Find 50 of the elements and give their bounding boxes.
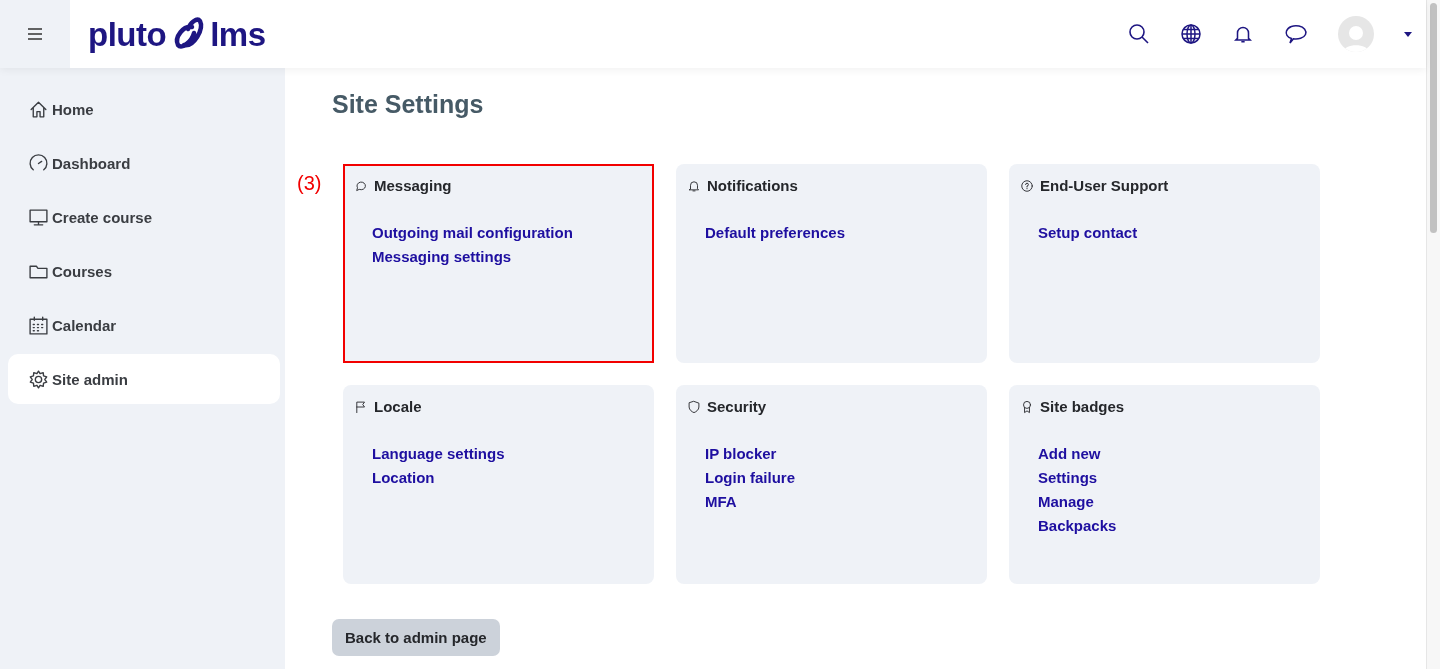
sidebar-item[interactable]: Calendar: [8, 300, 280, 350]
shield-icon: [687, 400, 701, 414]
sidebar-item[interactable]: Create course: [8, 192, 280, 242]
home-icon: [28, 98, 49, 120]
scrollbar-thumb[interactable]: [1430, 3, 1437, 233]
logo-text: lms: [210, 17, 266, 51]
settings-link[interactable]: Messaging settings: [372, 247, 512, 266]
settings-link[interactable]: MFA: [705, 492, 737, 511]
scrollbar[interactable]: [1426, 0, 1440, 669]
settings-link[interactable]: Setup contact: [1038, 223, 1138, 242]
question-circle-icon: [1020, 179, 1034, 193]
settings-link[interactable]: Login failure: [705, 468, 795, 487]
language-button[interactable]: [1180, 23, 1202, 45]
logo-text: pluto: [88, 17, 167, 51]
speech-bubble-icon: [1284, 23, 1308, 45]
calendar-icon: [28, 314, 49, 336]
settings-link[interactable]: Manage: [1038, 492, 1094, 511]
menu-icon: [28, 28, 42, 40]
search-icon: [1128, 23, 1150, 45]
settings-link[interactable]: IP blocker: [705, 444, 777, 463]
sidebar-item[interactable]: Home: [8, 84, 280, 134]
settings-link[interactable]: Outgoing mail configuration: [372, 223, 573, 242]
settings-link[interactable]: Default preferences: [705, 223, 846, 242]
bell-icon: [687, 179, 701, 193]
settings-link[interactable]: Language settings: [372, 444, 505, 463]
caret-icon[interactable]: [1404, 31, 1412, 37]
settings-link[interactable]: Location: [372, 468, 435, 487]
globe-icon: [1180, 23, 1202, 45]
sidebar-item[interactable]: Dashboard: [8, 138, 280, 188]
card-title: Security: [707, 398, 767, 416]
card-title: Site badges: [1040, 398, 1125, 416]
flag-icon: [354, 400, 368, 414]
settings-link[interactable]: Settings: [1038, 468, 1098, 487]
sidebar-item[interactable]: Site admin: [8, 354, 280, 404]
speech-bubble-icon: [354, 179, 368, 193]
page-title: Site Settings: [332, 90, 485, 119]
settings-link[interactable]: Backpacks: [1038, 516, 1117, 535]
award-ribbon-icon: [1020, 400, 1034, 414]
sidebar-item[interactable]: Courses: [8, 246, 280, 296]
settings-link[interactable]: Add new: [1038, 444, 1101, 463]
monitor-icon: [28, 206, 49, 228]
search-button[interactable]: [1128, 23, 1150, 45]
card-title: End-User Support: [1040, 177, 1169, 195]
card-title: Notifications: [707, 177, 798, 195]
back-button[interactable]: Back to admin page: [332, 619, 500, 656]
annotation-label: (3): [297, 172, 322, 195]
card-title: Locale: [374, 398, 422, 416]
card-title: Messaging: [374, 177, 452, 195]
settings-icon: [28, 368, 49, 390]
messages-button[interactable]: [1284, 23, 1308, 45]
